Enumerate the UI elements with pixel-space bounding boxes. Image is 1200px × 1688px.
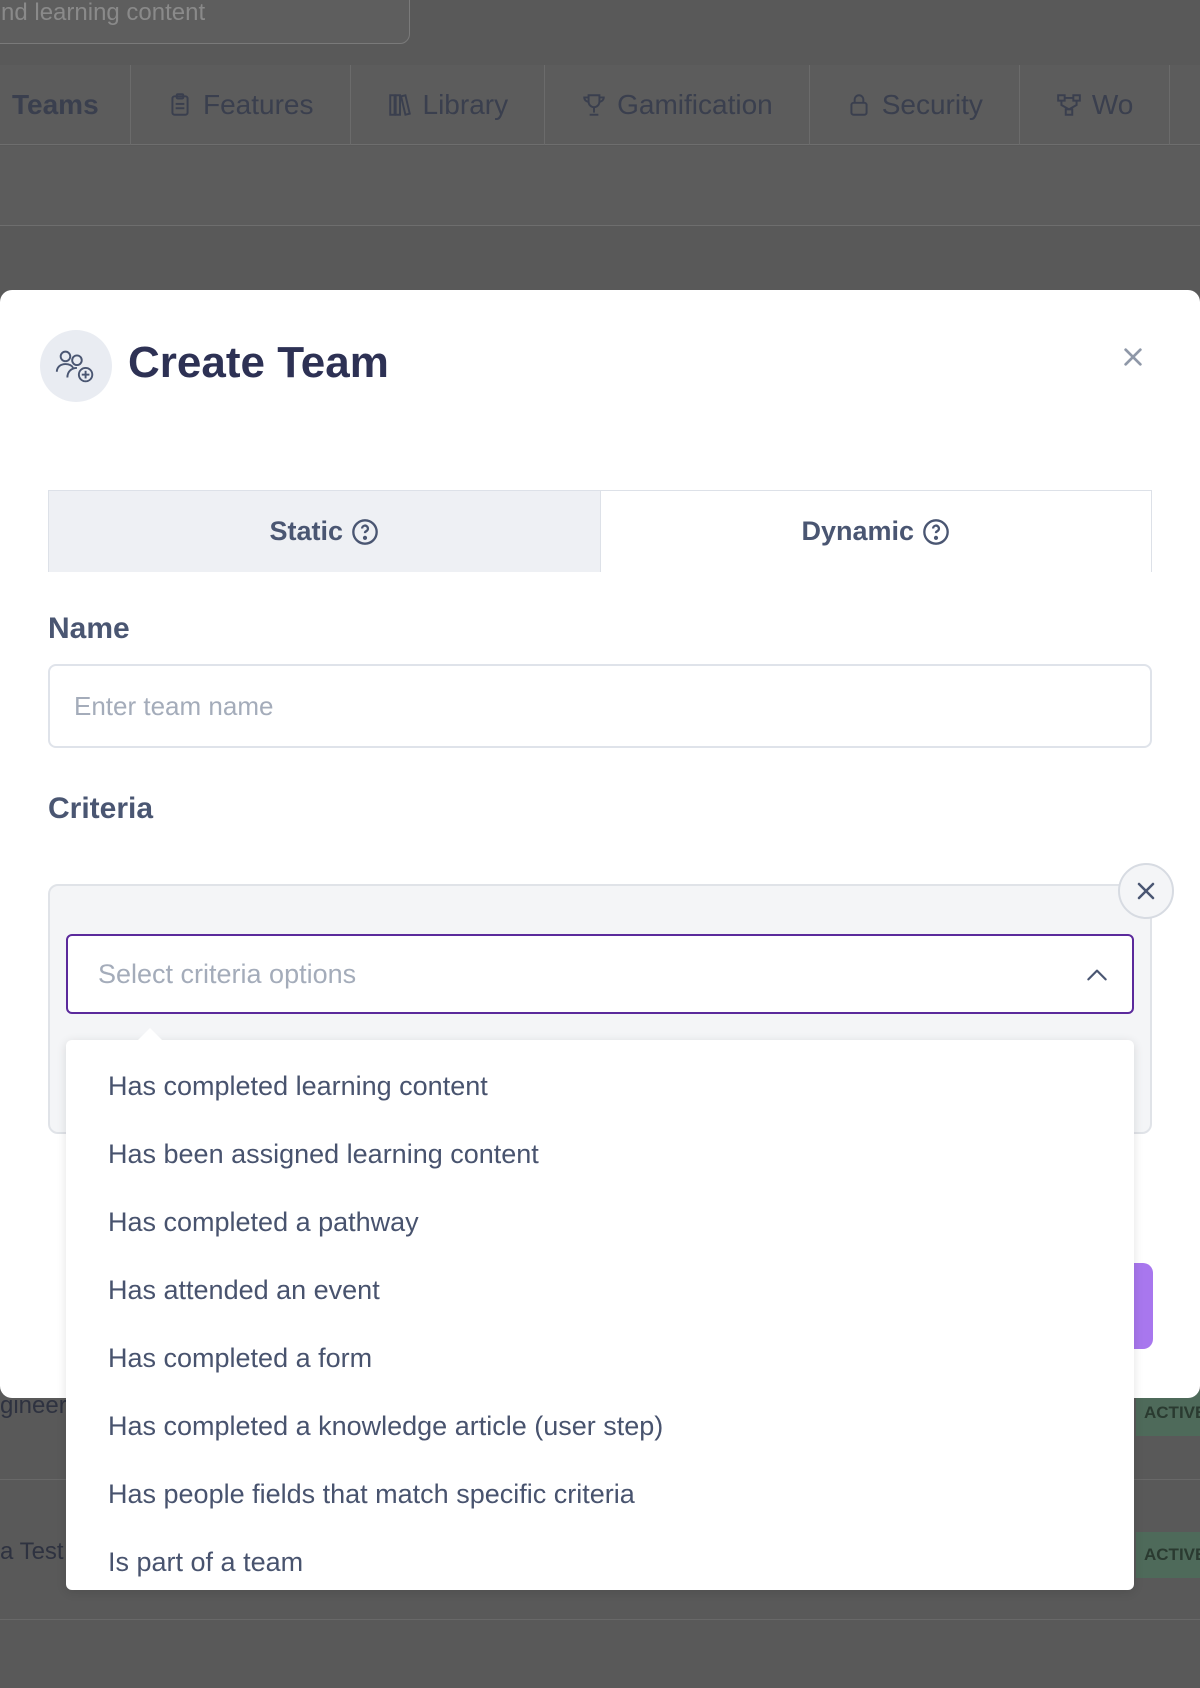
workflow-icon xyxy=(1057,94,1081,116)
modal-title: Create Team xyxy=(128,338,389,387)
trophy-icon xyxy=(583,94,605,116)
team-type-tabs: Static Dynamic xyxy=(48,490,1152,572)
criteria-options-dropdown: Has completed learning content Has been … xyxy=(66,1028,1134,1590)
criteria-option[interactable]: Has completed a knowledge article (user … xyxy=(66,1392,1134,1460)
criteria-option[interactable]: Has completed a form xyxy=(66,1324,1134,1392)
add-team-icon xyxy=(55,350,94,383)
criteria-option[interactable]: Is part of a team xyxy=(66,1528,1134,1596)
chevron-up-icon xyxy=(1087,969,1107,981)
close-icon xyxy=(1137,882,1155,900)
background-tab-features: Features xyxy=(131,65,351,145)
close-icon xyxy=(1124,348,1142,366)
background-toolbar xyxy=(0,146,1200,226)
criteria-select-placeholder: Select criteria options xyxy=(98,958,357,989)
team-name-input[interactable] xyxy=(48,664,1152,748)
criteria-label: Criteria xyxy=(48,792,154,825)
help-circle-icon xyxy=(352,518,378,545)
background-tab-gamification: Gamification xyxy=(545,65,810,145)
background-tab-workflow: Wo xyxy=(1020,65,1171,145)
background-tab-teams: Teams xyxy=(0,65,131,145)
criteria-option[interactable]: Has people fields that match specific cr… xyxy=(66,1460,1134,1528)
criteria-option[interactable]: Has attended an event xyxy=(66,1256,1134,1324)
remove-criteria-button[interactable] xyxy=(1118,863,1174,919)
close-modal-button[interactable] xyxy=(1118,342,1148,372)
status-badge: ACTIVE xyxy=(1136,1532,1200,1578)
tab-static[interactable]: Static xyxy=(49,491,601,572)
criteria-option[interactable]: Has completed a pathway xyxy=(66,1188,1134,1256)
tab-dynamic[interactable]: Dynamic xyxy=(601,491,1152,572)
background-tab-security: Security xyxy=(810,65,1020,145)
clipboard-icon xyxy=(171,93,189,116)
background-search-input: nd learning content xyxy=(0,0,410,44)
criteria-option[interactable]: Has been assigned learning content xyxy=(66,1120,1134,1188)
modal-header-icon xyxy=(40,330,112,402)
criteria-select[interactable]: Select criteria options xyxy=(66,934,1134,1014)
background-search-text: nd learning content xyxy=(1,0,206,26)
background-tab-bar: Teams Features Library Gamification Secu… xyxy=(0,65,1200,145)
background-tab-library: Library xyxy=(351,65,546,145)
books-icon xyxy=(388,94,411,116)
criteria-option[interactable]: Has completed learning content xyxy=(66,1052,1134,1120)
lock-icon xyxy=(850,94,868,116)
help-circle-icon xyxy=(923,518,949,545)
name-label: Name xyxy=(48,612,130,645)
